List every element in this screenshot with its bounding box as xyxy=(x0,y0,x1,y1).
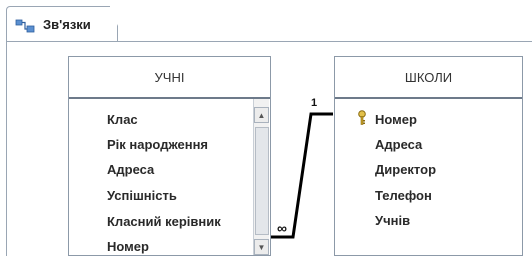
tab-bar: Зв'язки xyxy=(0,0,532,42)
relationship-line[interactable] xyxy=(7,42,532,257)
tab-relationships[interactable]: Зв'язки xyxy=(6,6,118,42)
relationship-many-label: ∞ xyxy=(277,220,287,236)
relationships-canvas[interactable]: УЧНІ Клас Рік народження Адреса Успішніс… xyxy=(6,41,532,256)
relationships-icon xyxy=(15,19,35,33)
relationship-one-label: 1 xyxy=(311,97,318,109)
tab-label: Зв'язки xyxy=(43,17,91,32)
